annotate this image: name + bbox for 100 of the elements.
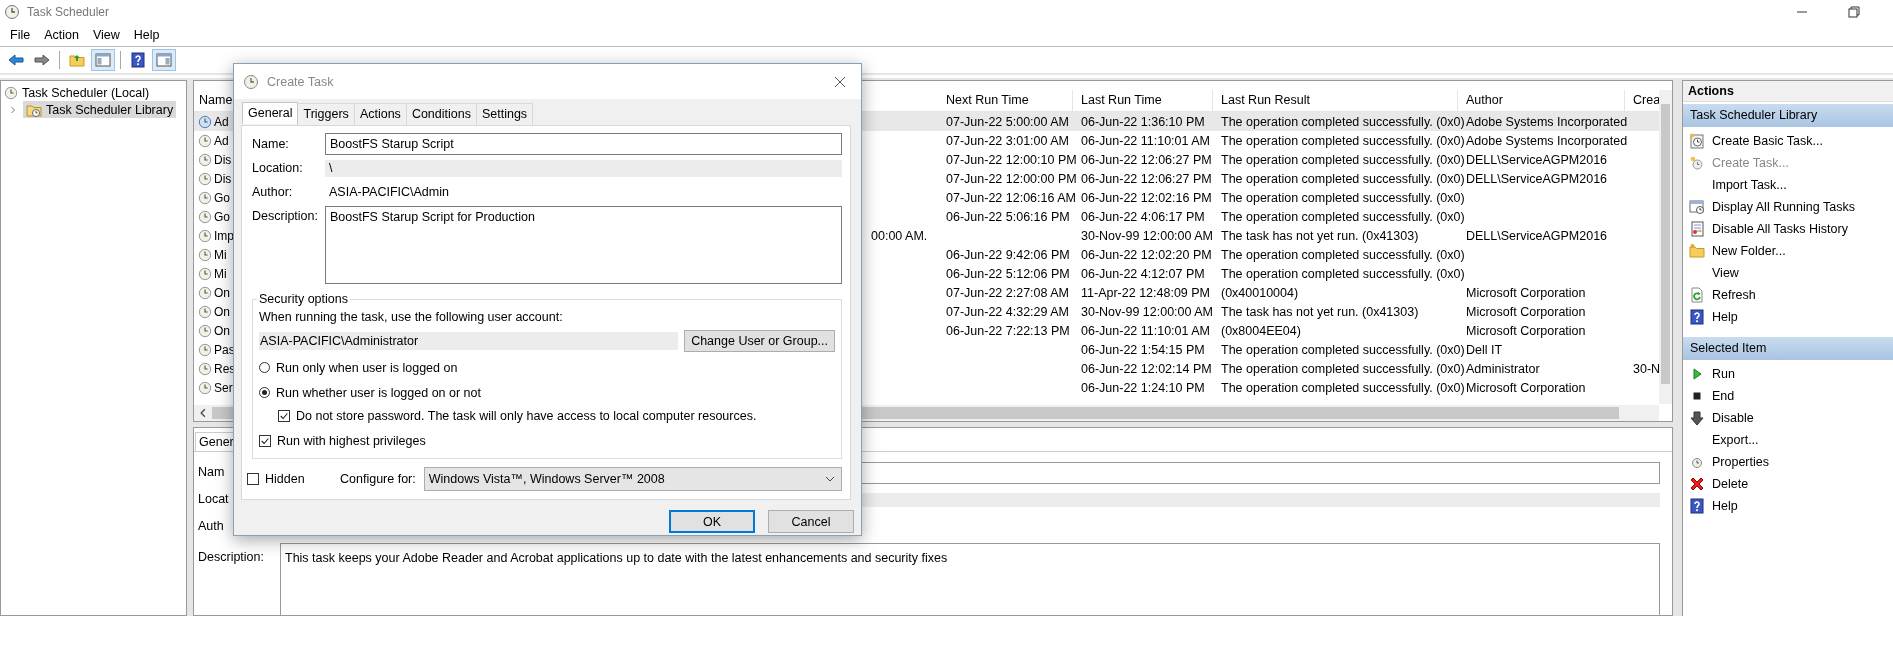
menu-item[interactable]: Action xyxy=(38,26,87,44)
scroll-left-icon[interactable] xyxy=(198,408,208,418)
change-user-button[interactable]: Change User or Group... xyxy=(684,330,835,352)
command-item[interactable]: View xyxy=(1683,263,1893,283)
tree-item[interactable]: Task Scheduler (Local) xyxy=(1,84,186,101)
author-value: ASIA-PACIFIC\Admin xyxy=(328,185,449,200)
table-cell: Microsoft Corporation xyxy=(1466,285,1586,300)
table-cell: On xyxy=(214,323,230,338)
clock-icon xyxy=(1689,155,1705,171)
table-cell: Dell IT xyxy=(1466,342,1503,357)
tab[interactable]: Triggers xyxy=(297,103,355,125)
table-cell: On xyxy=(214,304,230,319)
table-cell: 06-Jun-22 5:12:06 PM xyxy=(946,266,1070,281)
table-cell: The task has not yet run. (0x41303) xyxy=(1221,304,1419,319)
delete-icon xyxy=(1689,476,1705,492)
command-item[interactable]: Help xyxy=(1683,307,1893,327)
window-clock-icon xyxy=(1689,199,1705,215)
menu-item[interactable]: View xyxy=(86,26,128,44)
table-cell: Adobe Systems Incorporated xyxy=(1466,114,1628,129)
command-item[interactable]: Properties xyxy=(1683,452,1893,472)
checkbox[interactable] xyxy=(247,473,259,485)
field-label: Configure for: xyxy=(340,472,416,486)
description-field[interactable]: BoostFS Starup Script for Production xyxy=(325,206,842,285)
table-cell: 06-Jun-22 1:24:10 PM xyxy=(1081,380,1205,395)
tab[interactable]: Settings xyxy=(475,103,534,125)
dialog-button[interactable]: Cancel xyxy=(768,510,854,533)
table-cell: 07-Jun-22 4:32:29 AM xyxy=(946,304,1069,319)
table-cell: (0x8004EE04) xyxy=(1221,323,1301,338)
table-cell: Imp xyxy=(214,228,234,243)
column-header[interactable]: Last Run Time xyxy=(1073,90,1213,111)
table-cell: 06-Jun-22 1:36:10 PM xyxy=(1081,114,1205,129)
command-item[interactable]: Export... xyxy=(1683,430,1893,450)
field-label: Location: xyxy=(252,161,304,176)
account-label: When running the task, use the following user account: xyxy=(259,310,564,324)
option-label: Hidden xyxy=(265,472,306,486)
table-cell: 06-Jun-22 11:10:01 AM xyxy=(1081,133,1211,148)
table-cell: Ad xyxy=(214,114,229,129)
close-icon[interactable] xyxy=(834,75,846,88)
command-item[interactable]: End xyxy=(1683,386,1893,406)
option-label: Run with highest privileges xyxy=(277,433,426,448)
clock-icon xyxy=(4,4,20,20)
option-label: Do not store password. The task will only have access to local computer resources. xyxy=(296,408,757,423)
name-field[interactable]: BoostFS Starup Script xyxy=(325,133,842,156)
field-label: Description: xyxy=(198,549,265,564)
field-label: Auth xyxy=(198,518,225,533)
table-cell: 00:00 AM. xyxy=(871,228,928,243)
tree-item[interactable]: Task Scheduler Library xyxy=(23,101,177,118)
account-field: ASIA-PACIFIC\Administrator xyxy=(259,332,679,350)
configure-dropdown[interactable]: Windows Vista™, Windows Server™ 2008 xyxy=(423,467,842,491)
window-title: Task Scheduler xyxy=(27,5,110,19)
column-header[interactable]: Author xyxy=(1458,90,1625,111)
menu-item[interactable]: File xyxy=(4,26,39,44)
command-item[interactable]: Help xyxy=(1683,496,1893,516)
table-cell: Go xyxy=(214,190,230,205)
vertical-scrollbar[interactable] xyxy=(1659,90,1672,404)
command-item[interactable]: Import Task... xyxy=(1683,175,1893,195)
location-field: \ xyxy=(325,159,842,177)
pane-title: Actions xyxy=(1683,81,1893,102)
command-item[interactable]: Display All Running Tasks xyxy=(1683,197,1893,217)
description-field[interactable]: This task keeps your Adobe Reader and Acrobat applications up to date with the latest enhancements and security fixes xyxy=(280,543,1660,615)
dialog-button[interactable]: OK xyxy=(669,510,755,533)
calendar-clock-icon xyxy=(1689,133,1705,149)
command-item[interactable]: New Folder... xyxy=(1683,241,1893,261)
section-header[interactable]: Selected Item xyxy=(1683,337,1893,360)
radio-button[interactable] xyxy=(259,362,270,373)
menu-item[interactable]: Help xyxy=(127,26,168,44)
table-cell: Administrator xyxy=(1466,361,1540,376)
table-cell: 06-Jun-22 12:06:27 PM xyxy=(1081,171,1212,186)
option-label: Run only when user is logged on xyxy=(276,360,458,375)
table-cell: The operation completed successfully. (0x0) xyxy=(1221,114,1465,129)
folder-icon xyxy=(1689,243,1705,259)
command-item[interactable]: Disable All Tasks History xyxy=(1683,219,1893,239)
tab[interactable]: General xyxy=(242,102,299,124)
table-cell: 06-Jun-22 4:12:07 PM xyxy=(1081,266,1205,281)
command-item[interactable]: Create Basic Task... xyxy=(1683,131,1893,151)
clock-icon xyxy=(243,73,259,90)
command-item[interactable]: Refresh xyxy=(1683,285,1893,305)
table-cell: The operation completed successfully. (0x0) xyxy=(1221,209,1465,224)
clock-icon xyxy=(4,85,18,100)
command-item[interactable]: Delete xyxy=(1683,474,1893,494)
table-cell: The operation completed successfully. (0x0) xyxy=(1221,190,1465,205)
command-item[interactable]: Run xyxy=(1683,364,1893,384)
restore-icon[interactable] xyxy=(1848,6,1860,18)
column-header[interactable]: Last Run Result xyxy=(1213,90,1458,111)
table-cell: 06-Jun-22 5:06:16 PM xyxy=(946,209,1070,224)
table-cell: 07-Jun-22 3:01:00 AM xyxy=(946,133,1069,148)
section-header[interactable]: Task Scheduler Library xyxy=(1683,104,1893,127)
checkbox[interactable] xyxy=(259,434,271,447)
radio-button[interactable] xyxy=(259,387,270,398)
table-cell: Mi xyxy=(214,266,227,281)
dialog-title: Create Task xyxy=(267,74,334,89)
table-cell: 06-Jun-22 9:42:06 PM xyxy=(946,247,1070,262)
table-cell: The operation completed successfully. (0x0) xyxy=(1221,133,1465,148)
table-cell: The operation completed successfully. (0x0) xyxy=(1221,342,1465,357)
table-cell: 30-Nov-99 12:00:00 AM xyxy=(1081,228,1214,243)
checkbox[interactable] xyxy=(278,409,290,422)
table-cell: DELL\ServiceAGPM2016 xyxy=(1466,228,1608,243)
column-header[interactable]: Next Run Time xyxy=(938,90,1073,111)
command-item[interactable]: Disable xyxy=(1683,408,1893,428)
table-cell: Ser xyxy=(214,380,233,395)
